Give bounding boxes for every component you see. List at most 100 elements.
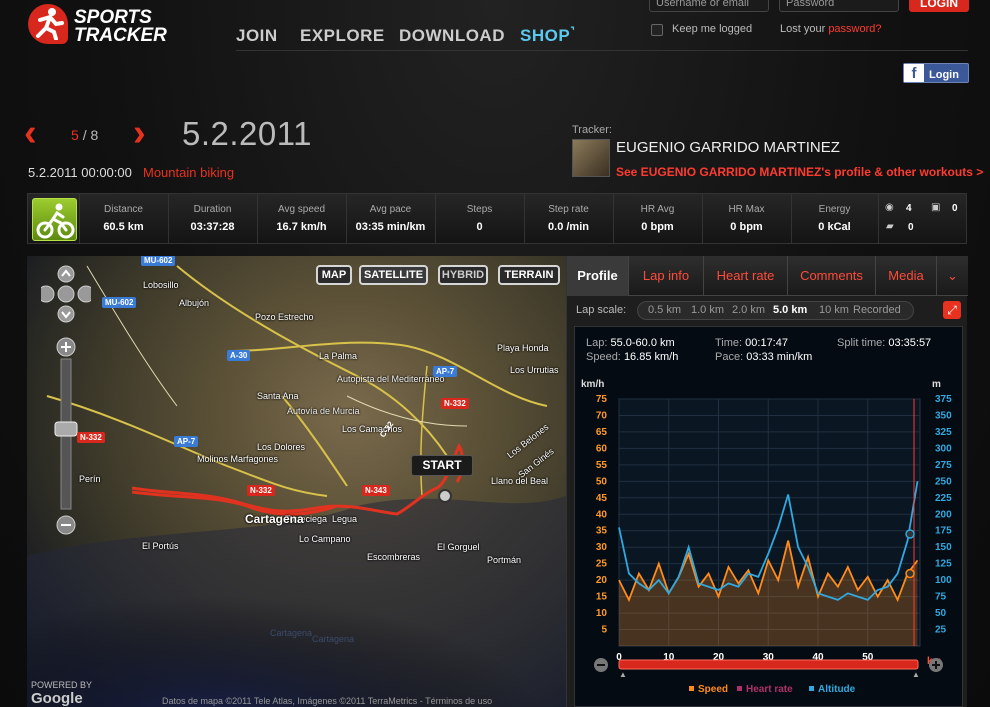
split-label: Split time:: [837, 337, 886, 349]
stat-label: Duration: [193, 204, 232, 215]
map-type-map-button[interactable]: MAP: [316, 265, 352, 285]
map-place-label: Legua: [332, 514, 358, 524]
tracker-label: Tracker:: [572, 124, 612, 136]
start-marker-label: START: [411, 455, 473, 476]
next-workout-arrow-icon[interactable]: ›: [133, 114, 146, 152]
lap-scale-2km[interactable]: 2.0 km: [732, 304, 765, 316]
y-tick-label: 60: [596, 443, 608, 454]
counts-cell: ◉ 4 ▣ 0 ▰ 0: [878, 194, 966, 243]
map-type-terrain-button[interactable]: TERRAIN: [498, 265, 560, 285]
lap-scale-1km[interactable]: 1.0 km: [691, 304, 724, 316]
road-shield: N-332: [77, 432, 105, 443]
stat-label: Avg speed: [277, 204, 326, 215]
stat-value: 03:35 min/km: [355, 221, 426, 233]
y2-tick-label: 350: [935, 410, 952, 421]
stat-value: 16.7 km/h: [276, 221, 327, 233]
lap-label: Lap:: [586, 337, 608, 349]
lost-password-link[interactable]: password?: [828, 23, 881, 35]
stat-label: HR Max: [728, 204, 765, 215]
activity-type-link[interactable]: Mountain biking: [143, 165, 234, 180]
y-tick-label: 5: [601, 625, 607, 636]
powered-by-label: POWERED BY: [31, 680, 93, 690]
map-place-label: Playa Honda: [497, 343, 549, 353]
legend-swatch: [809, 686, 814, 691]
stat-value: 0: [476, 221, 483, 233]
map-place-label: La Palma: [319, 351, 358, 361]
y2-tick-label: 100: [935, 575, 952, 586]
keep-logged-checkbox[interactable]: [651, 24, 663, 36]
lost-password-prefix: Lost your: [780, 23, 826, 35]
speed-info: Speed: 16.85 km/h: [586, 351, 678, 363]
split-info: Split time: 03:35:57: [837, 337, 931, 349]
nav-shop-label: SHOP: [520, 26, 571, 45]
profile-chart-svg[interactable]: 5 10 15 20 25 30 35 40 45 50 55 60 65 70 75 25 50 75 100 12…: [575, 371, 964, 707]
route-map[interactable]: MAP SATELLITE HYBRID TERRAIN Lobosillo Al…: [27, 256, 566, 707]
map-type-hybrid-button[interactable]: HYBRID: [438, 265, 488, 285]
comments-count: 0: [908, 222, 914, 233]
nav-shop[interactable]: SHOP⌝: [520, 26, 575, 46]
workout-datetime: 5.2.2011 00:00:00: [28, 165, 132, 180]
lap-scale-5km[interactable]: 5.0 km: [773, 304, 807, 316]
tabs-more-chevron-down-icon[interactable]: ⌄: [937, 256, 968, 296]
workout-total: / 8: [82, 127, 99, 143]
y-tick-label: 10: [596, 608, 608, 619]
sports-tracker-logo[interactable]: SPORTS TRACKER: [28, 4, 178, 50]
prev-workout-arrow-icon[interactable]: ‹: [24, 114, 37, 152]
fullscreen-expand-icon[interactable]: ⤢: [943, 301, 961, 319]
stat-hr-avg: HR Avg 0 bpm: [613, 194, 701, 243]
stat-value: 0 kCal: [818, 221, 851, 233]
nav-join[interactable]: JOIN: [236, 26, 278, 46]
tab-comments[interactable]: Comments: [788, 256, 876, 296]
speed-cursor-marker: [905, 568, 915, 579]
map-place-label: Los Urrutias: [510, 365, 559, 375]
road-shield: AP-7: [174, 436, 199, 447]
password-input[interactable]: Password: [779, 0, 899, 12]
road-shield: A-30: [227, 350, 251, 361]
mountain-bike-icon: [32, 198, 77, 241]
tracker-profile-link[interactable]: See EUGENIO GARRIDO MARTINEZ's profile &…: [616, 165, 983, 179]
lap-scale-recorded[interactable]: Recorded: [853, 304, 901, 316]
tab-profile[interactable]: Profile: [567, 256, 629, 296]
workout-date-title: 5.2.2011: [182, 115, 313, 152]
legend-item: Altitude: [818, 684, 856, 695]
stats-bar: Distance 60.5 km Duration 03:37:28 Avg speed…: [27, 193, 967, 244]
nav-explore[interactable]: EXPLORE: [300, 26, 385, 46]
map-place-label: Cartagena: [312, 634, 355, 644]
external-link-icon: ⌝: [570, 26, 576, 37]
eye-icon: ◉: [885, 202, 894, 213]
facebook-login-button[interactable]: f Login: [903, 63, 969, 83]
stat-label: Energy: [818, 204, 851, 215]
lap-scale-10km[interactable]: 10 km: [819, 304, 849, 316]
tracker-avatar[interactable]: [572, 139, 610, 177]
time-info: Time: 00:17:47: [715, 337, 788, 349]
facebook-icon: f: [904, 64, 924, 82]
map-place-label: Lo Campano: [299, 534, 351, 544]
tab-heart-rate[interactable]: Heart rate: [704, 256, 788, 296]
views-count: 4: [906, 203, 912, 214]
tab-lap-info[interactable]: Lap info: [629, 256, 704, 296]
map-place-label: El Portús: [142, 541, 179, 551]
workout-current: 5: [71, 127, 79, 143]
tab-media[interactable]: Media: [876, 256, 937, 296]
map-type-satellite-button[interactable]: SATELLITE: [359, 265, 428, 285]
road-shield: AP-7: [433, 366, 458, 377]
stat-value: 0 bpm: [730, 221, 763, 233]
map-place-label: Escombreras: [367, 552, 421, 562]
y2-tick-label: 375: [935, 394, 952, 405]
map-place-label: Autopista del Mediterráneo: [337, 374, 445, 384]
map-copyright: Datos de mapa ©2011 Tele Atlas, Imágenes…: [162, 696, 493, 706]
road-shield: N-332: [441, 398, 469, 409]
nav-download[interactable]: DOWNLOAD: [399, 26, 505, 46]
runner-icon: [28, 4, 68, 44]
login-button[interactable]: LOGIN: [909, 0, 969, 12]
stat-label: HR Avg: [640, 204, 675, 215]
legend-swatch: [689, 686, 694, 691]
map-place-label: Cartagena: [270, 628, 313, 638]
lap-info: Lap: 55.0-60.0 km: [586, 337, 675, 349]
legend-item: Speed: [698, 684, 728, 695]
stat-value: 0.0 /min: [548, 221, 589, 233]
profile-chart: Lap: 55.0-60.0 km Speed: 16.85 km/h Time…: [574, 326, 963, 707]
time-label: Time:: [715, 337, 743, 349]
username-input[interactable]: Username or email: [649, 0, 769, 12]
lap-scale-0-5km[interactable]: 0.5 km: [648, 304, 681, 316]
